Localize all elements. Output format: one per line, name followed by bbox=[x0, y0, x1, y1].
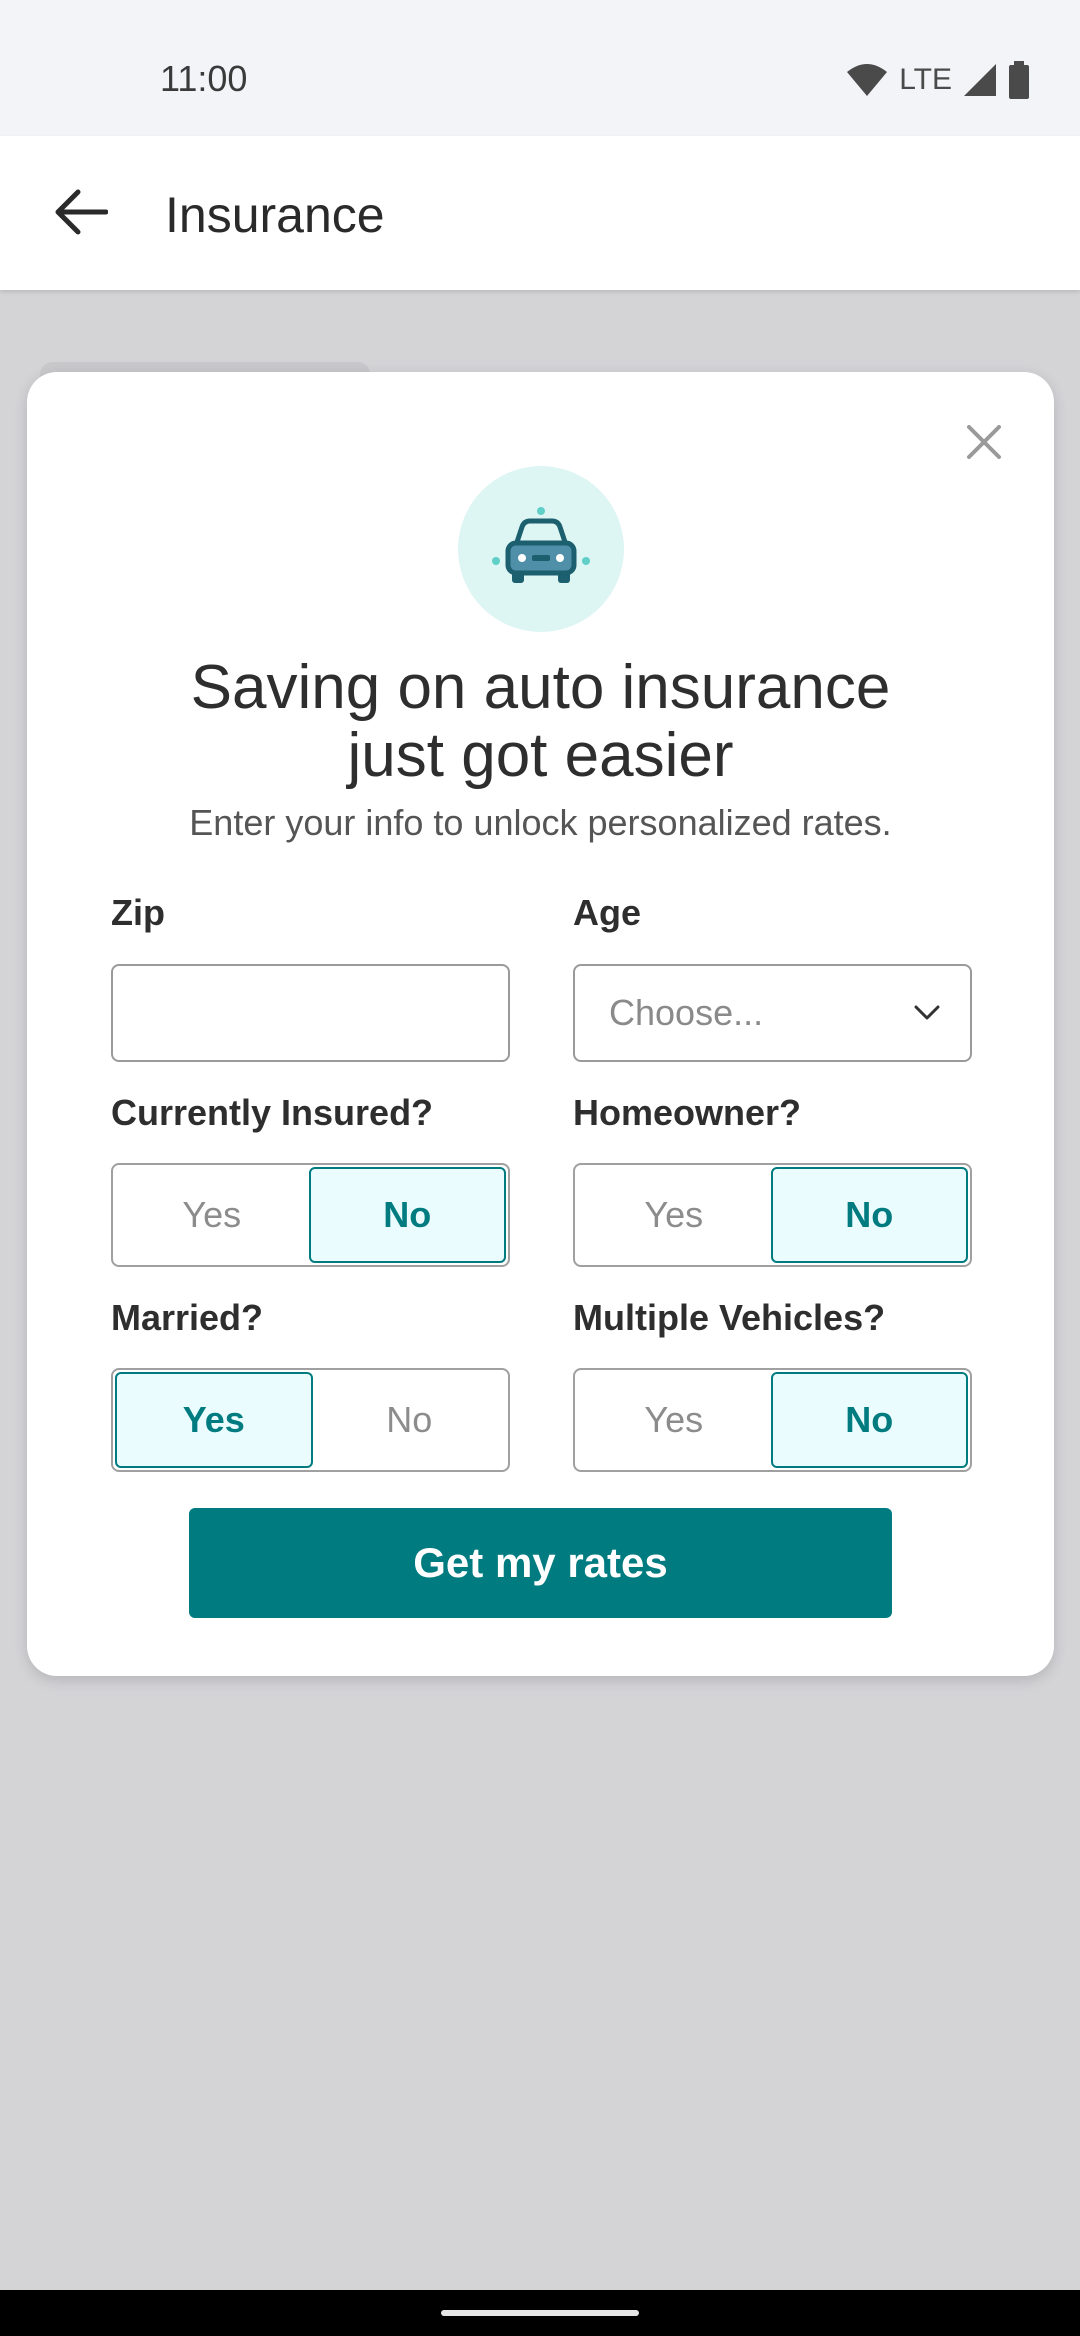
multiple-vehicles-no[interactable]: No bbox=[770, 1372, 968, 1468]
currently-insured-label: Currently Insured? bbox=[111, 1092, 434, 1133]
back-button[interactable] bbox=[40, 172, 120, 252]
close-icon bbox=[967, 425, 1001, 459]
married-yes[interactable]: Yes bbox=[115, 1372, 313, 1468]
age-select[interactable]: Choose... bbox=[573, 964, 972, 1062]
homeowner-yes[interactable]: Yes bbox=[577, 1167, 771, 1263]
zip-input[interactable] bbox=[111, 964, 510, 1062]
insurance-modal: Saving on auto insurance just got easier… bbox=[27, 372, 1054, 1676]
home-gesture-handle[interactable] bbox=[441, 2310, 639, 2316]
app-bar: Insurance bbox=[0, 136, 1080, 290]
status-time: 11:00 bbox=[160, 58, 248, 99]
network-type: LTE bbox=[899, 63, 952, 96]
age-select-value: Choose... bbox=[609, 992, 764, 1033]
status-bar: 11:00 LTE bbox=[0, 0, 1080, 136]
signal-icon bbox=[964, 64, 996, 96]
age-label: Age bbox=[573, 892, 642, 933]
subheadline: Enter your info to unlock personalized r… bbox=[189, 802, 892, 843]
headline-line-1: Saving on auto insurance bbox=[190, 653, 891, 722]
multiple-vehicles-label: Multiple Vehicles? bbox=[573, 1297, 886, 1338]
wifi-icon bbox=[847, 64, 888, 96]
homeowner-toggle: Yes No bbox=[573, 1163, 972, 1267]
headline: Saving on auto insurance just got easier bbox=[27, 654, 1054, 790]
currently-insured-yes[interactable]: Yes bbox=[115, 1167, 309, 1263]
status-icons: LTE bbox=[845, 60, 1030, 100]
battery-icon bbox=[1009, 61, 1029, 99]
car-badge bbox=[458, 466, 624, 632]
close-button[interactable] bbox=[954, 412, 1014, 472]
arrow-left-icon bbox=[55, 189, 108, 235]
get-rates-button[interactable]: Get my rates bbox=[189, 1508, 892, 1618]
homeowner-no[interactable]: No bbox=[770, 1167, 968, 1263]
currently-insured-no[interactable]: No bbox=[308, 1167, 506, 1263]
currently-insured-toggle: Yes No bbox=[111, 1163, 510, 1267]
married-no[interactable]: No bbox=[313, 1372, 507, 1468]
car-icon bbox=[492, 507, 590, 583]
married-toggle: Yes No bbox=[111, 1368, 510, 1472]
page-title: Insurance bbox=[165, 187, 385, 243]
multiple-vehicles-toggle: Yes No bbox=[573, 1368, 972, 1472]
married-label: Married? bbox=[111, 1297, 264, 1338]
headline-line-2: just got easier bbox=[347, 721, 734, 790]
homeowner-label: Homeowner? bbox=[573, 1092, 802, 1133]
multiple-vehicles-yes[interactable]: Yes bbox=[577, 1372, 771, 1468]
zip-label: Zip bbox=[111, 892, 165, 933]
system-nav-bar bbox=[0, 2290, 1080, 2336]
chevron-down-icon bbox=[914, 1005, 940, 1020]
